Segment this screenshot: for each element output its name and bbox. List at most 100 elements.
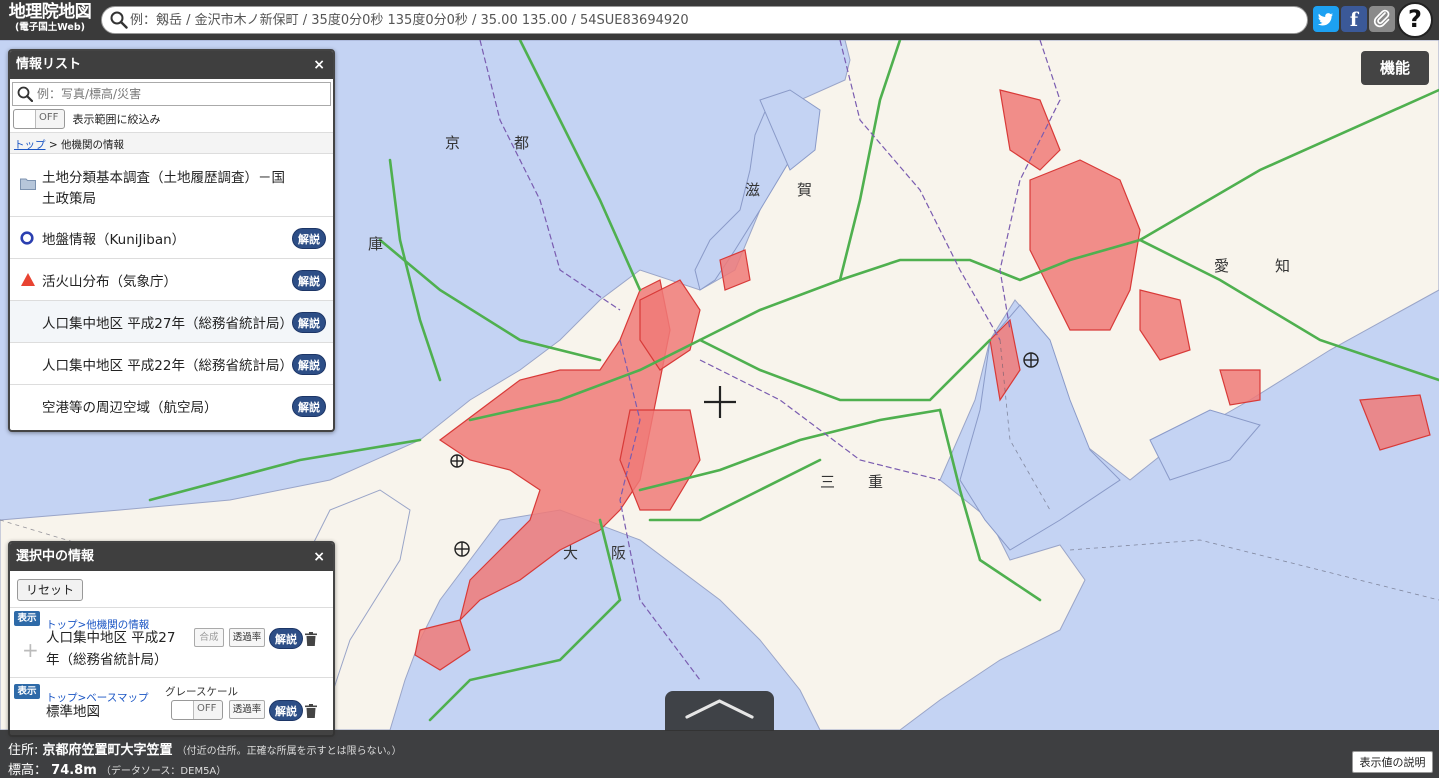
address-label: 住所:: [8, 743, 39, 758]
info-list-close-button[interactable]: ×: [313, 51, 325, 79]
airspace-1: [1069, 539, 1439, 601]
facebook-share-button[interactable]: f: [1341, 6, 1367, 32]
info-list-header: 情報リスト ×: [10, 51, 333, 79]
list-item-label-line1: 土地分類基本調査（土地履歴調査）－国: [42, 170, 285, 186]
explain-button[interactable]: 解説: [269, 700, 303, 721]
list-item-label: 活火山分布（気象庁）: [42, 274, 177, 290]
transparency-button[interactable]: 透過率: [229, 700, 265, 719]
address-note: （付近の住所。正確な所属を示すとは限らない。）: [176, 746, 402, 757]
info-search-box: [12, 82, 331, 106]
explain-button[interactable]: 解説: [292, 312, 326, 333]
selected-info-header: 選択中の情報 ×: [10, 543, 333, 571]
info-list-panel: 情報リスト × OFF 表示範囲に絞込み トップ > 他機関の情報 土地分類基本…: [8, 49, 335, 432]
filter-range-toggle[interactable]: OFF: [13, 109, 65, 129]
selected-info-title: 選択中の情報: [16, 549, 95, 564]
value-explanation-button[interactable]: 表示値の説明: [1352, 751, 1433, 773]
list-item-did-h27[interactable]: 人口集中地区 平成27年（総務省統計局） 解説: [10, 301, 333, 343]
elevation-readout: 標高： 74.8m （データソース：DEM5A）: [8, 759, 226, 778]
airport-chubu: [1023, 352, 1039, 368]
help-button[interactable]: ?: [1397, 2, 1433, 38]
list-item-label: 人口集中地区 平成27年（総務省統計局）: [42, 316, 293, 332]
explain-button[interactable]: 解説: [292, 354, 326, 375]
map-label-to: 都: [514, 134, 530, 152]
search-icon[interactable]: [110, 11, 128, 32]
airport-kobe: [450, 454, 464, 468]
site-logo[interactable]: 地理院地図 (電子国土Web): [4, 3, 96, 37]
composite-button[interactable]: 合成: [194, 628, 224, 647]
top-bar: 地理院地図 (電子国土Web) f ?: [0, 0, 1439, 40]
map-label-e: 重: [868, 473, 884, 491]
address-readout: 住所: 京都府笠置町大字笠置 （付近の住所。正確な所属を示すとは限らない。）: [8, 739, 402, 758]
info-list-title: 情報リスト: [16, 57, 82, 72]
toggle-state: OFF: [197, 703, 217, 714]
elevation-source: （データソース：DEM5A）: [100, 766, 227, 777]
filter-row: OFF 表示範囲に絞込み: [10, 106, 333, 132]
breadcrumb-top-link[interactable]: トップ: [14, 139, 46, 151]
visibility-badge[interactable]: 表示: [14, 611, 40, 626]
circle-icon: [20, 231, 34, 249]
list-item-label: 空港等の周辺空域（航空局）: [42, 400, 218, 416]
triangle-icon: [20, 272, 36, 291]
filter-range-label: 表示範囲に絞込み: [72, 113, 161, 126]
layer-title-line1: 標準地図: [46, 704, 100, 720]
reset-button[interactable]: リセット: [17, 579, 83, 601]
map-label-mi: 三: [820, 473, 836, 491]
link-share-button[interactable]: [1369, 6, 1395, 32]
list-item-airspace[interactable]: 空港等の周辺空域（航空局） 解説: [10, 385, 333, 427]
twitter-icon: [1317, 13, 1333, 26]
urban-toyohashi: [1359, 394, 1431, 451]
trash-icon[interactable]: [305, 704, 317, 718]
function-menu-button[interactable]: 機能: [1361, 51, 1429, 85]
grayscale-toggle[interactable]: OFF: [171, 700, 223, 720]
info-search-input[interactable]: [37, 85, 327, 103]
logo-title: 地理院地図: [8, 2, 92, 22]
list-item-label-line2: 土政策局: [42, 191, 96, 207]
paperclip-icon: [1373, 9, 1390, 28]
pref-border-1: [479, 40, 621, 311]
explain-button[interactable]: 解説: [292, 270, 326, 291]
explain-button[interactable]: 解説: [292, 228, 326, 249]
map-label-chi: 知: [1275, 257, 1291, 275]
map-label-kyo: 京: [445, 134, 461, 152]
logo-subtitle: (電子国土Web): [14, 22, 86, 33]
explain-button[interactable]: 解説: [292, 396, 326, 417]
status-bar: 住所: 京都府笠置町大字笠置 （付近の住所。正確な所属を示すとは限らない。） 標…: [0, 730, 1439, 778]
list-item-did-h22[interactable]: 人口集中地区 平成22年（総務省統計局） 解説: [10, 343, 333, 385]
map-label-ai: 愛: [1214, 257, 1230, 275]
breadcrumb-current: 他機関の情報: [60, 139, 124, 151]
drag-handle-icon[interactable]: +: [22, 638, 39, 662]
grayscale-label: グレースケール: [165, 686, 238, 698]
list-item-land-classification[interactable]: 土地分類基本調査（土地履歴調査）－国 土政策局: [10, 154, 333, 217]
search-icon: [17, 86, 34, 105]
road-kyoto-jukan: [518, 40, 642, 292]
map-label-o: 大: [563, 544, 579, 562]
transparency-button[interactable]: 透過率: [229, 628, 265, 647]
trash-icon[interactable]: [305, 632, 317, 646]
layer-title-line2: 年（総務省統計局）: [46, 652, 168, 668]
map-label-ko: 庫: [368, 235, 384, 253]
selected-info-panel: 選択中の情報 × リセット 表示 トップ>他機関の情報 + 人口集中地区 平成2…: [8, 541, 335, 737]
toggle-knob: [172, 701, 194, 719]
selected-row-basemap: 表示 トップ>ベースマップ グレースケール 標準地図 OFF 透過率 解説: [10, 677, 333, 735]
breadcrumb: トップ > 他機関の情報: [10, 132, 333, 154]
visibility-badge[interactable]: 表示: [14, 684, 40, 699]
address-value: 京都府笠置町大字笠置: [42, 743, 173, 758]
twitter-share-button[interactable]: [1313, 6, 1339, 32]
layer-title-line1: 人口集中地区 平成27: [46, 630, 176, 646]
list-item-label: 地盤情報（KuniJiban）: [42, 232, 186, 248]
list-item-volcano[interactable]: 活火山分布（気象庁） 解説: [10, 259, 333, 301]
toggle-state: OFF: [39, 112, 59, 123]
toggle-knob: [14, 110, 36, 128]
airport-kix: [454, 541, 470, 557]
map-label-ga: 賀: [797, 181, 813, 199]
selected-info-close-button[interactable]: ×: [313, 543, 325, 571]
explain-button[interactable]: 解説: [269, 628, 303, 649]
list-item-kunijiban[interactable]: 地盤情報（KuniJiban） 解説: [10, 217, 333, 259]
place-search-box: [101, 6, 1308, 34]
elevation-label: 標高：: [8, 763, 48, 778]
elevation-value: 74.8m: [51, 763, 97, 778]
place-search-input[interactable]: [130, 9, 1300, 31]
selected-row-did: 表示 トップ>他機関の情報 + 人口集中地区 平成27 年（総務省統計局） 合成…: [10, 607, 333, 677]
map-label-saka: 阪: [611, 544, 627, 562]
expand-up-button[interactable]: [665, 691, 774, 731]
